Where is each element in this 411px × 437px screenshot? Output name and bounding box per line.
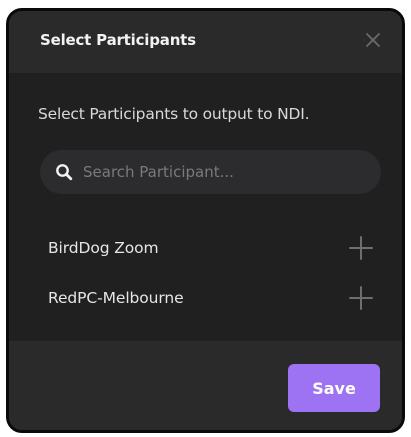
participant-name: BirdDog Zoom bbox=[48, 239, 159, 257]
plus-icon bbox=[349, 236, 373, 260]
participant-list: BirdDog Zoom RedPC-Melbourne bbox=[9, 223, 402, 323]
add-participant-button[interactable] bbox=[348, 235, 374, 261]
dialog-title: Select Participants bbox=[40, 31, 196, 49]
dialog-header: Select Participants bbox=[9, 11, 402, 73]
dialog-footer: Save bbox=[9, 341, 402, 430]
save-button[interactable]: Save bbox=[288, 364, 380, 412]
plus-icon bbox=[349, 286, 373, 310]
dialog-body: Select Participants to output to NDI. Bi… bbox=[9, 73, 402, 341]
participant-item-redpc-melbourne: RedPC-Melbourne bbox=[9, 273, 402, 323]
dialog-subtitle: Select Participants to output to NDI. bbox=[38, 105, 310, 123]
close-button[interactable] bbox=[360, 27, 386, 53]
participant-search[interactable] bbox=[40, 150, 381, 194]
search-input[interactable] bbox=[83, 163, 353, 181]
participant-item-birddog-zoom: BirdDog Zoom bbox=[9, 223, 402, 273]
participant-name: RedPC-Melbourne bbox=[48, 289, 184, 307]
close-icon bbox=[366, 33, 380, 47]
add-participant-button[interactable] bbox=[348, 285, 374, 311]
search-icon bbox=[54, 162, 74, 182]
select-participants-dialog: Select Participants Select Participants … bbox=[6, 8, 405, 433]
